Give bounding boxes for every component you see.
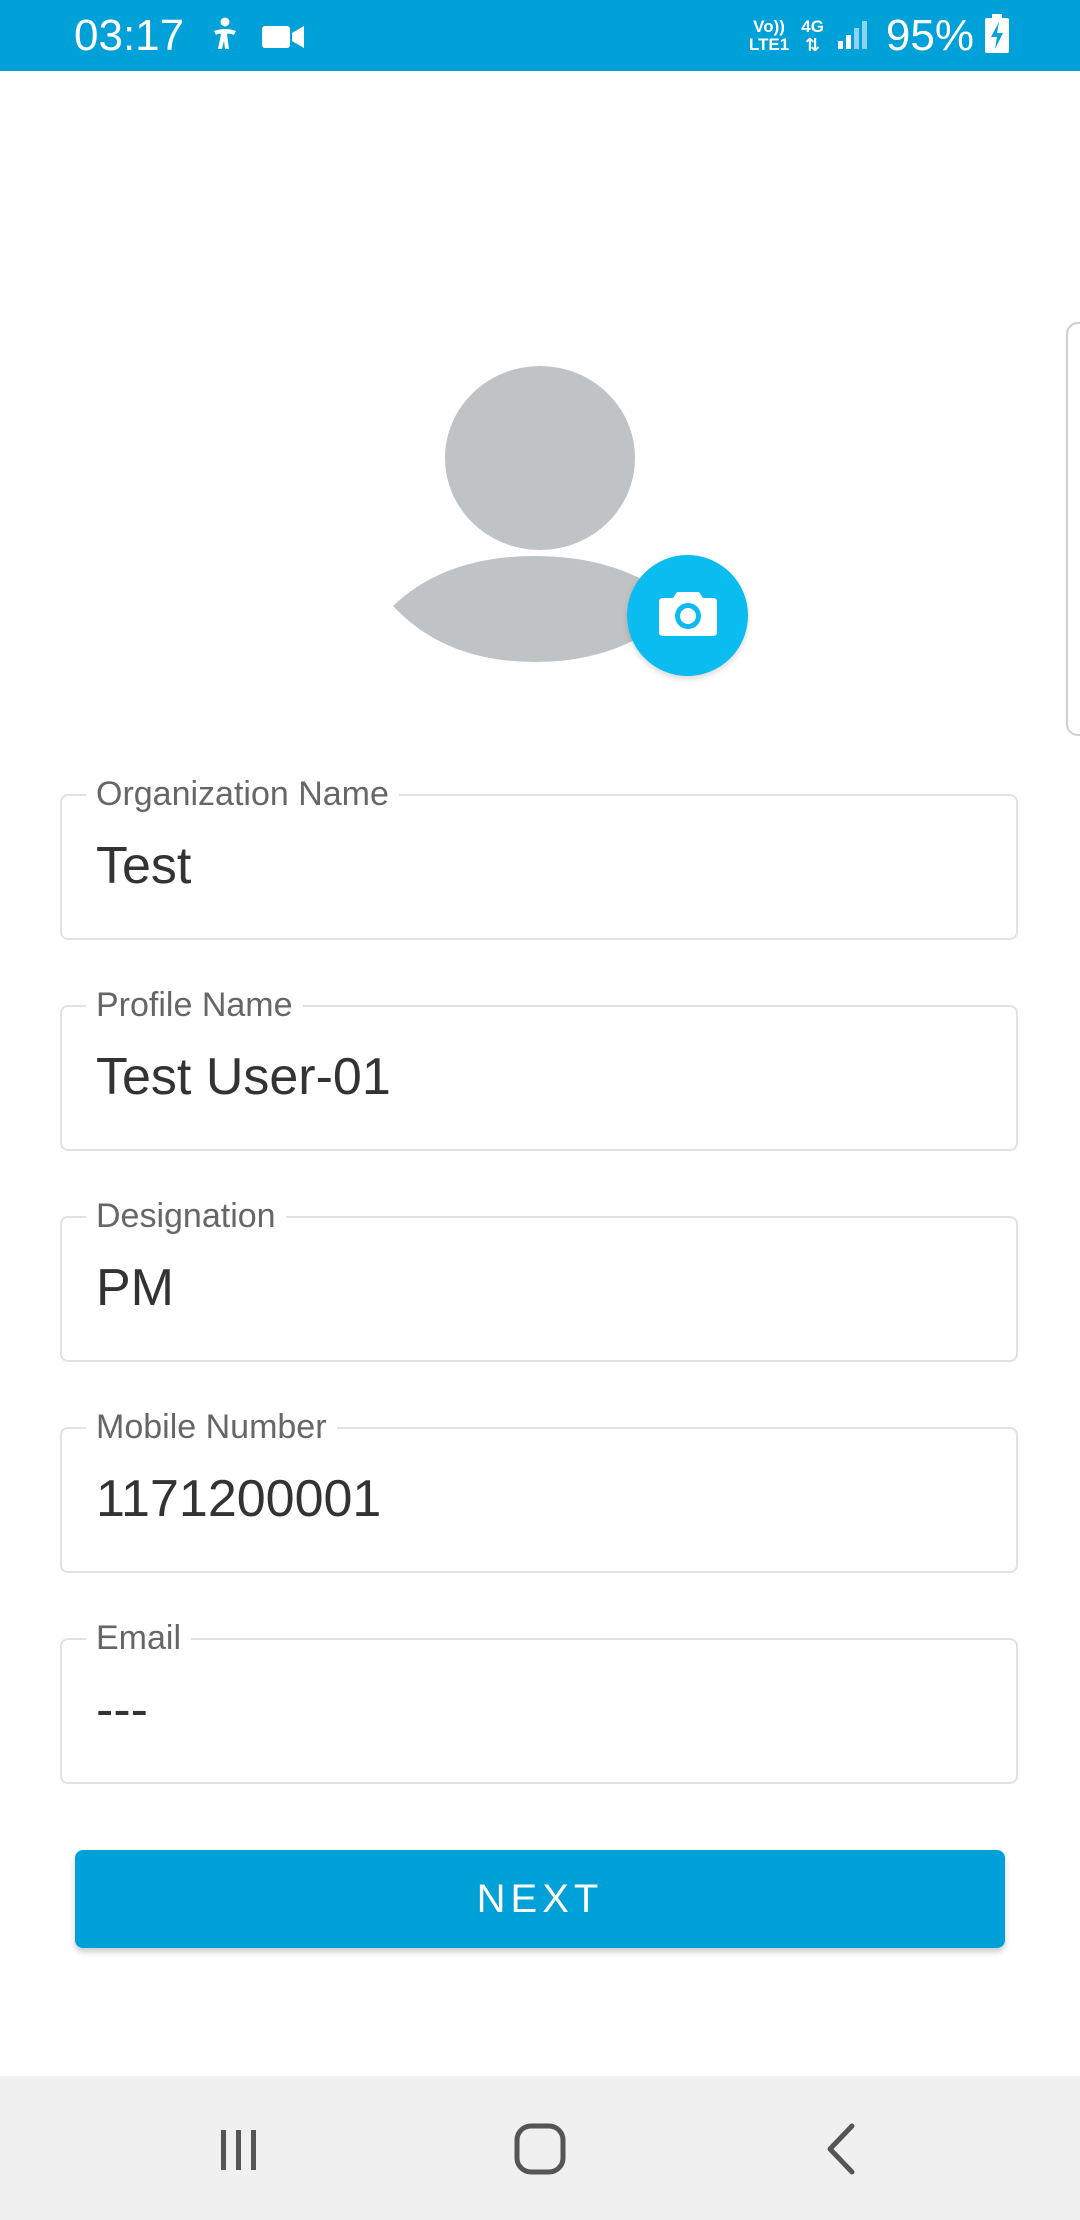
home-icon — [513, 2122, 567, 2181]
system-navigation-bar — [0, 2076, 1080, 2220]
profile-name-field[interactable]: Profile Name — [60, 985, 1018, 1151]
battery-charging-icon — [984, 13, 1010, 59]
organization-name-input[interactable] — [96, 836, 976, 896]
signal-icon — [836, 17, 870, 56]
mobile-number-input[interactable] — [96, 1469, 976, 1529]
camera-icon — [657, 588, 719, 643]
email-field[interactable]: Email — [60, 1618, 1018, 1784]
status-bar: 03:17 Vo)) LTE1 4G ⇅ 95% — [0, 0, 1080, 71]
change-photo-button[interactable] — [627, 555, 748, 676]
mobile-number-field[interactable]: Mobile Number — [60, 1407, 1018, 1573]
field-label: Designation — [86, 1196, 286, 1236]
organization-name-field[interactable]: Organization Name — [60, 774, 1018, 940]
next-button[interactable]: NEXT — [75, 1850, 1005, 1948]
profile-avatar — [385, 360, 755, 680]
back-icon — [822, 2122, 862, 2181]
battery-percent: 95% — [885, 11, 974, 60]
status-time: 03:17 — [74, 11, 185, 60]
field-label: Organization Name — [86, 774, 399, 814]
person-placeholder-icon — [445, 366, 635, 550]
field-label: Email — [86, 1618, 192, 1658]
video-call-icon — [262, 24, 304, 55]
back-button[interactable] — [802, 2116, 882, 2186]
network-type-indicator: 4G ⇅ — [801, 17, 824, 55]
accessibility-icon — [210, 17, 240, 56]
volte-indicator: Vo)) LTE1 — [748, 17, 790, 54]
designation-field[interactable]: Designation — [60, 1196, 1018, 1362]
email-input[interactable] — [96, 1680, 976, 1740]
status-indicators: Vo)) LTE1 4G ⇅ 95% — [749, 6, 1010, 66]
recent-apps-icon — [213, 2124, 263, 2179]
profile-name-input[interactable] — [96, 1047, 976, 1107]
designation-input[interactable] — [96, 1258, 976, 1318]
recent-apps-button[interactable] — [198, 2116, 278, 2186]
edge-panel-handle[interactable] — [1066, 322, 1080, 736]
field-label: Mobile Number — [86, 1407, 337, 1447]
field-label: Profile Name — [86, 985, 303, 1025]
home-button[interactable] — [500, 2116, 580, 2186]
